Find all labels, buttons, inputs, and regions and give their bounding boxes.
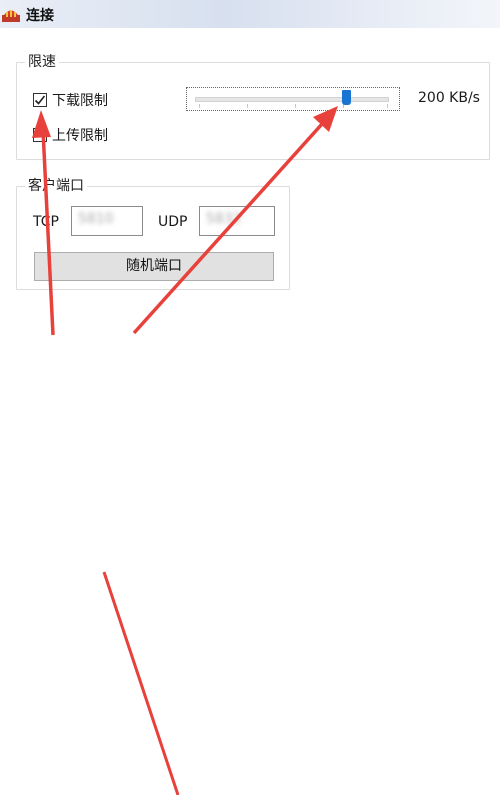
annotation-arrow xyxy=(102,571,180,795)
annotation-arrow xyxy=(41,129,55,336)
annotation-arrows xyxy=(32,106,338,795)
annotation-arrow xyxy=(132,122,324,335)
annotation-arrowhead xyxy=(32,110,51,138)
